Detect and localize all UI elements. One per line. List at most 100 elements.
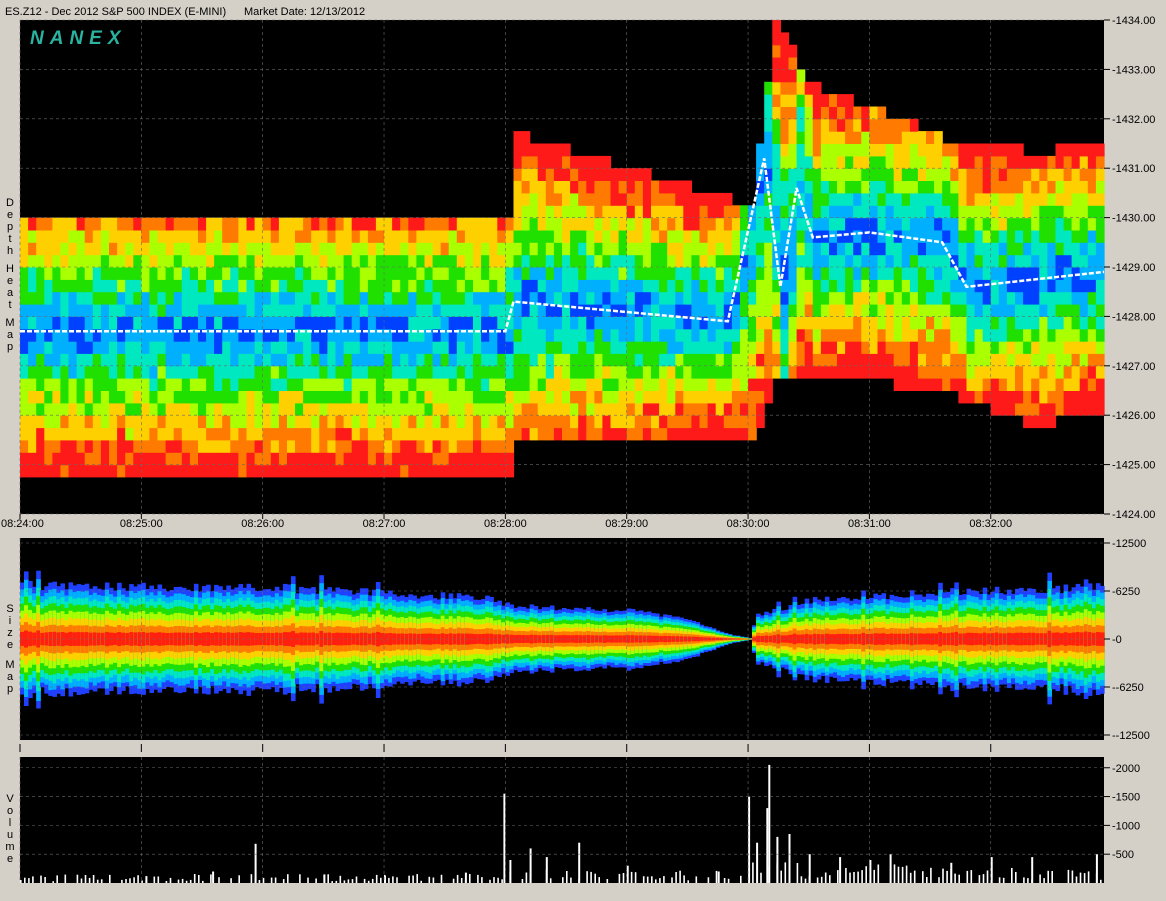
depth-cell — [85, 428, 94, 441]
depth-cell — [546, 292, 555, 305]
depth-cell — [327, 279, 336, 292]
panel-label-letter: t — [8, 233, 11, 245]
depth-cell — [740, 353, 749, 366]
depth-cell — [497, 415, 506, 428]
depth-cell — [724, 267, 733, 280]
depth-cell — [489, 230, 498, 243]
depth-cell — [926, 341, 935, 354]
depth-cell — [1015, 403, 1024, 416]
depth-cell — [514, 242, 523, 255]
depth-cell — [764, 119, 773, 132]
depth-cell — [667, 181, 676, 194]
depth-cell — [716, 378, 725, 391]
depth-cell — [174, 353, 183, 366]
depth-cell — [77, 428, 86, 441]
depth-cell — [174, 316, 183, 329]
depth-cell — [764, 341, 773, 354]
depth-cell — [530, 329, 539, 342]
depth-cell — [336, 465, 345, 478]
depth-cell — [546, 205, 555, 218]
depth-cell — [1056, 242, 1065, 255]
depth-cell — [125, 242, 134, 255]
depth-cell — [93, 403, 102, 416]
depth-cell — [619, 353, 628, 366]
depth-cell — [287, 415, 296, 428]
depth-cell — [141, 452, 150, 465]
depth-cell — [1080, 366, 1089, 379]
depth-cell — [651, 242, 660, 255]
depth-cell — [538, 267, 547, 280]
depth-cell — [368, 292, 377, 305]
depth-cell — [36, 242, 45, 255]
depth-cell — [1072, 391, 1081, 404]
depth-cell — [465, 353, 474, 366]
depth-cell — [497, 218, 506, 231]
depth-cell — [805, 181, 814, 194]
depth-cell — [967, 181, 976, 194]
depth-cell — [133, 440, 142, 453]
depth-cell — [109, 292, 118, 305]
depth-cell — [52, 391, 61, 404]
depth-cell — [675, 181, 684, 194]
depth-cell — [344, 415, 353, 428]
depth-cell — [441, 242, 450, 255]
depth-cell — [546, 353, 555, 366]
depth-cell — [756, 415, 765, 428]
depth-cell — [748, 353, 757, 366]
depth-cell — [28, 440, 37, 453]
depth-cell — [85, 415, 94, 428]
depth-cell — [829, 353, 838, 366]
depth-cell — [271, 292, 280, 305]
depth-cell — [255, 415, 264, 428]
depth-cell — [934, 131, 943, 144]
depth-cell — [991, 378, 1000, 391]
depth-cell — [255, 279, 264, 292]
depth-cell — [457, 255, 466, 268]
depth-cell — [20, 465, 29, 478]
depth-cell — [125, 218, 134, 231]
depth-cell — [271, 316, 280, 329]
depth-cell — [813, 353, 822, 366]
depth-cell — [279, 230, 288, 243]
depth-cell — [109, 230, 118, 243]
depth-cell — [1047, 168, 1056, 181]
depth-cell — [230, 366, 239, 379]
depth-cell — [222, 292, 231, 305]
depth-cell — [416, 316, 425, 329]
depth-cell — [336, 279, 345, 292]
depth-cell — [522, 353, 531, 366]
depth-cell — [1023, 156, 1032, 169]
depth-cell — [255, 292, 264, 305]
depth-cell — [1072, 242, 1081, 255]
depth-cell — [530, 255, 539, 268]
depth-cell — [85, 403, 94, 416]
depth-cell — [166, 230, 175, 243]
depth-cell — [133, 465, 142, 478]
depth-cell — [1007, 242, 1016, 255]
depth-cell — [481, 230, 490, 243]
depth-cell — [740, 329, 749, 342]
depth-cell — [764, 144, 773, 157]
depth-cell — [109, 267, 118, 280]
depth-cell — [141, 366, 150, 379]
depth-cell — [368, 341, 377, 354]
depth-cell — [77, 415, 86, 428]
depth-cell — [1047, 193, 1056, 206]
depth-cell — [271, 304, 280, 317]
depth-cell — [166, 304, 175, 317]
depth-cell — [554, 242, 563, 255]
depth-cell — [400, 341, 409, 354]
depth-cell — [756, 292, 765, 305]
depth-cell — [279, 440, 288, 453]
depth-cell — [764, 304, 773, 317]
depth-cell — [813, 279, 822, 292]
depth-cell — [384, 452, 393, 465]
depth-cell — [594, 242, 603, 255]
depth-cell — [724, 316, 733, 329]
depth-cell — [950, 144, 959, 157]
depth-cell — [554, 255, 563, 268]
depth-cell — [1080, 292, 1089, 305]
depth-cell — [878, 242, 887, 255]
depth-cell — [408, 341, 417, 354]
depth-cell — [514, 181, 523, 194]
